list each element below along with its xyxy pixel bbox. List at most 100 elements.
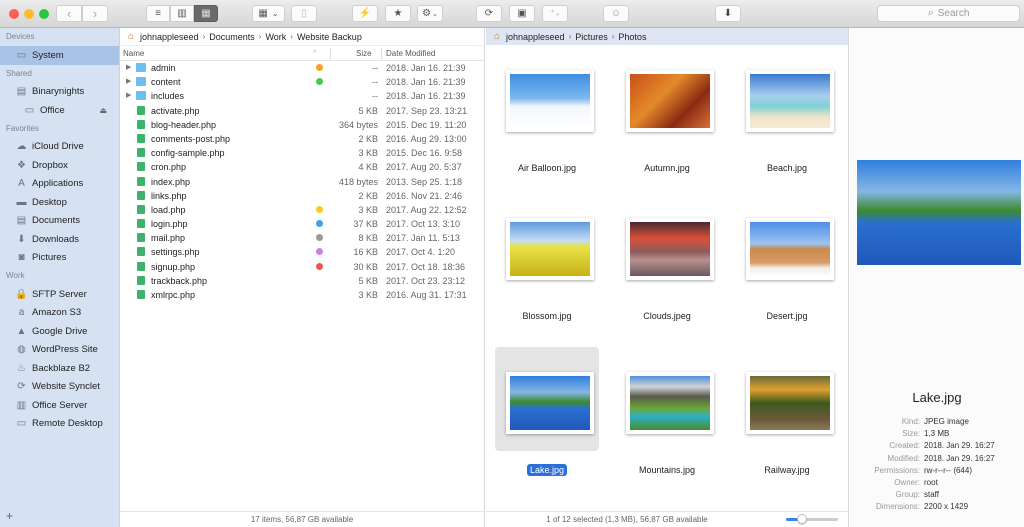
file-row[interactable]: index.php 418 bytes 2013. Sep 25. 1:18 (120, 175, 484, 189)
sidebar-item-dropbox[interactable]: ❖ Dropbox (0, 156, 119, 175)
breadcrumb-item[interactable]: Photos (618, 32, 646, 42)
disclosure-triangle-icon[interactable]: ▶ (126, 63, 131, 71)
file-row[interactable]: links.php 2 KB 2016. Nov 21. 2:46 (120, 189, 484, 203)
photo-item[interactable]: Beach.jpg (735, 45, 839, 173)
php-file-icon (137, 148, 145, 158)
photo-thumbnail[interactable] (626, 218, 714, 280)
photo-item[interactable]: Railway.jpg (735, 347, 839, 475)
zoom-button[interactable] (39, 9, 49, 19)
sidebar-item-remote-desktop[interactable]: ▭ Remote Desktop (0, 415, 119, 434)
sidebar-item-website-synclet[interactable]: ⟳ Website Synclet (0, 378, 119, 397)
favorite-button[interactable]: ★ (385, 5, 411, 22)
new-file-button[interactable]: ▯ (291, 5, 317, 22)
view-icons-button[interactable]: ▦ (194, 5, 218, 22)
search-placeholder: Search (937, 8, 970, 19)
photo-thumbnail[interactable] (746, 372, 834, 434)
file-row[interactable]: blog-header.php 364 bytes 2015. Dec 19. 11… (120, 118, 484, 132)
breadcrumb-item[interactable]: Website Backup (297, 32, 362, 42)
photo-item[interactable]: Air Balloon.jpg (495, 45, 599, 173)
photo-item[interactable]: Blossom.jpg (495, 193, 599, 321)
photo-thumbnail[interactable] (746, 70, 834, 132)
column-divider[interactable] (381, 48, 382, 60)
file-row[interactable]: login.php 37 KB 2017. Oct 13. 3:10 (120, 217, 484, 231)
photo-item[interactable]: Lake.jpg (495, 347, 599, 476)
sidebar-item-icloud-drive[interactable]: ☁ iCloud Drive (0, 138, 119, 157)
download-button[interactable]: ⬇ (715, 5, 741, 22)
compare-button[interactable]: ⁺₊ (542, 5, 568, 22)
quick-action-button[interactable]: ⚡ (352, 5, 378, 22)
view-columns-button[interactable]: ▥ (170, 5, 194, 22)
file-date: 2017. Oct 18. 18:36 (386, 261, 466, 272)
photo-item[interactable]: Clouds.jpeg (615, 193, 719, 321)
file-row[interactable]: load.php 3 KB 2017. Aug 22. 12:52 (120, 203, 484, 217)
photo-item[interactable]: Mountains.jpg (615, 347, 719, 475)
terminal-button[interactable]: ▣ (509, 5, 535, 22)
photo-thumbnail[interactable] (506, 70, 594, 132)
photo-thumbnail[interactable] (506, 372, 594, 434)
file-row[interactable]: xmlrpc.php 3 KB 2016. Aug 31. 17:31 (120, 288, 484, 302)
file-row[interactable]: mail.php 8 KB 2017. Jan 11. 5:13 (120, 231, 484, 245)
close-button[interactable] (9, 9, 19, 19)
file-row[interactable]: signup.php 30 KB 2017. Oct 18. 18:36 (120, 260, 484, 274)
column-divider[interactable] (330, 48, 331, 60)
sidebar-item-documents[interactable]: ▤ Documents (0, 212, 119, 231)
file-row[interactable]: ▶ content -- 2018. Jan 16. 21:39 (120, 75, 484, 89)
sidebar-item-google-drive[interactable]: ▲ Google Drive (0, 322, 119, 341)
photo-item[interactable]: Autumn.jpg (615, 45, 719, 173)
sync-icon: ⟳ (484, 8, 494, 19)
minimize-button[interactable] (24, 9, 34, 19)
back-button[interactable]: ‹ (56, 5, 82, 22)
photo-thumbnail[interactable] (746, 218, 834, 280)
photo-item[interactable]: Desert.jpg (735, 193, 839, 321)
column-size[interactable]: Size (356, 49, 372, 58)
breadcrumb-item[interactable]: johnappleseed (140, 32, 199, 42)
breadcrumb-item[interactable]: Pictures (575, 32, 608, 42)
file-row[interactable]: ▶ admin -- 2018. Jan 16. 21:39 (120, 61, 484, 75)
metadata-row: Size: 1,3 MB (850, 429, 1024, 441)
arrange-button[interactable]: ▦ ⌄ (252, 5, 285, 22)
eject-icon[interactable]: ⏏ (99, 106, 107, 115)
column-name[interactable]: Name (123, 49, 144, 58)
sidebar-item-applications[interactable]: A Applications (0, 175, 119, 194)
sidebar-item-wordpress-site[interactable]: ◍ WordPress Site (0, 341, 119, 360)
file-row[interactable]: ▶ includes -- 2018. Jan 16. 21:39 (120, 89, 484, 103)
sidebar-item-amazon-s3[interactable]: a Amazon S3 (0, 304, 119, 323)
office-icon: ▭ (24, 104, 35, 116)
file-row[interactable]: comments-post.php 2 KB 2016. Aug 29. 13:00 (120, 132, 484, 146)
file-name: index.php (151, 176, 191, 187)
sidebar-item-desktop[interactable]: ▬ Desktop (0, 193, 119, 212)
disclosure-triangle-icon[interactable]: ▶ (126, 91, 131, 99)
action-menu-button[interactable]: ⚙ ⌄ (417, 5, 443, 22)
sidebar-item-office[interactable]: ▭ Office ⏏ (0, 101, 119, 120)
sidebar-item-binarynights[interactable]: ▤ Binarynights (0, 83, 119, 102)
breadcrumb-item[interactable]: Documents (209, 32, 255, 42)
search-input[interactable]: ⌕ Search (877, 5, 1020, 22)
forward-button[interactable]: › (82, 5, 108, 22)
sidebar-item-pictures[interactable]: ◙ Pictures (0, 249, 119, 268)
photo-thumbnail[interactable] (626, 70, 714, 132)
photo-thumbnail[interactable] (506, 218, 594, 280)
sidebar-item-office-server[interactable]: ▥ Office Server (0, 396, 119, 415)
sidebar-item-backblaze-b2[interactable]: ♨ Backblaze B2 (0, 359, 119, 378)
slider-knob[interactable] (796, 514, 807, 524)
metadata-value: 2200 x 1429 (924, 502, 969, 512)
breadcrumb-item[interactable]: johnappleseed (506, 32, 565, 42)
photo-name: Blossom.jpg (522, 311, 572, 321)
breadcrumb-item[interactable]: Work (265, 32, 286, 42)
sidebar-item-sftp-server[interactable]: 🔒 SFTP Server (0, 285, 119, 304)
sidebar-item-system[interactable]: ▭ System (0, 46, 119, 65)
photo-thumbnail[interactable] (626, 372, 714, 434)
disclosure-triangle-icon[interactable]: ▶ (126, 77, 131, 85)
view-list-button[interactable]: ≡ (146, 5, 170, 22)
file-row[interactable]: activate.php 5 KB 2017. Sep 23. 13:21 (120, 104, 484, 118)
column-date-modified[interactable]: Date Modified (386, 49, 435, 58)
sidebar-item-downloads[interactable]: ⬇ Downloads (0, 230, 119, 249)
thumbnail-size-slider[interactable] (786, 514, 838, 524)
file-row[interactable]: settings.php 16 KB 2017. Oct 4. 1:20 (120, 245, 484, 259)
file-row[interactable]: trackback.php 5 KB 2017. Oct 23. 23:12 (120, 274, 484, 288)
sync-button[interactable]: ⟳ (476, 5, 502, 22)
add-location-button[interactable]: + (6, 509, 13, 523)
file-row[interactable]: cron.php 4 KB 2017. Aug 20. 5:37 (120, 160, 484, 174)
file-row[interactable]: config-sample.php 3 KB 2015. Dec 16. 9:58 (120, 146, 484, 160)
feedback-button[interactable]: ☺ (603, 5, 629, 22)
